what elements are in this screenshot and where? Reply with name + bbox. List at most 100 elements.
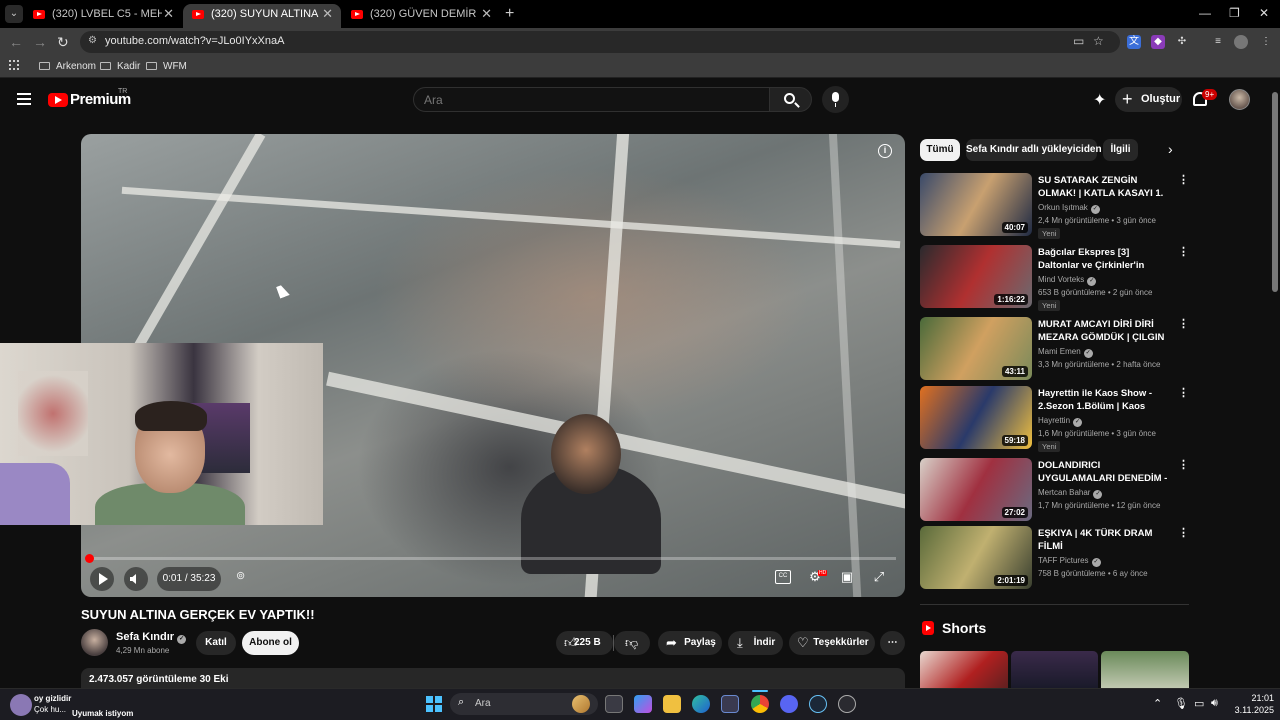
more-vertical-icon[interactable]: ⋮ (1178, 460, 1189, 471)
task-view-icon[interactable] (605, 695, 623, 713)
progress-bar[interactable] (88, 557, 896, 560)
scrubber-handle[interactable] (85, 554, 94, 563)
voice-search-button[interactable] (822, 86, 849, 113)
network-tray-icon[interactable]: ▭ (1194, 697, 1204, 710)
more-vertical-icon[interactable]: ⋮ (1178, 247, 1189, 258)
translate-extension-icon[interactable]: 文 (1127, 35, 1141, 49)
browser-tab-1[interactable]: (320) LVBEL C5 - MEHTERAN R ✕ (24, 4, 182, 28)
recommendation-item[interactable]: 27:02 DOLANDIRICI UYGULAMALARI DENEDİM - … (920, 458, 1190, 522)
recommendation-thumbnail[interactable]: 40:07 (920, 173, 1032, 236)
chrome-browser-icon[interactable] (751, 695, 769, 713)
premium-sparkle-icon[interactable]: ✦ (1093, 90, 1106, 110)
recommendation-title[interactable]: DOLANDIRICI UYGULAMALARI DENEDİM - Ocağı… (1038, 459, 1173, 485)
extensions-puzzle-icon[interactable]: ✣ (1175, 35, 1189, 49)
thanks-button[interactable]: ♡ Teşekkürler (789, 631, 875, 655)
steam-icon[interactable] (809, 695, 827, 713)
share-button[interactable]: ➦ Paylaş (658, 631, 722, 655)
chip-all[interactable]: Tümü (920, 139, 960, 161)
recommendation-thumbnail[interactable]: 59:18 (920, 386, 1032, 449)
recommendation-item[interactable]: 2:01:19 EŞKIYA | 4K TÜRK DRAM FİLMİ TAFF P… (920, 526, 1190, 590)
channel-name[interactable]: Sefa Kındır ✓ (116, 631, 187, 644)
tray-overflow-chevron-icon[interactable]: ⌃ (1153, 697, 1162, 710)
more-vertical-icon[interactable]: ⋮ (1178, 528, 1189, 539)
description-box[interactable]: 2.473.057 görüntüleme 30 Eki (81, 668, 905, 690)
tab-search-button[interactable]: ⌄ (5, 5, 23, 23)
tab-close-icon[interactable]: ✕ (322, 4, 333, 24)
chip-from-uploader[interactable]: Sefa Kındır adlı yükleyiciden (966, 139, 1102, 161)
copilot-icon[interactable] (634, 695, 652, 713)
apps-grid-icon[interactable] (9, 60, 19, 70)
recommendation-channel[interactable]: Hayrettin ✓ (1038, 416, 1083, 427)
guide-menu-icon[interactable] (17, 93, 31, 105)
search-input[interactable] (424, 93, 754, 107)
bookmark-wfm[interactable]: WFM (146, 60, 187, 74)
minimize-button[interactable]: — (1199, 4, 1211, 22)
extension-icon[interactable]: ◆ (1151, 35, 1165, 49)
subscribe-button[interactable]: Abone ol (242, 631, 299, 655)
media-queue-icon[interactable]: ≡ (1211, 35, 1225, 49)
recommendation-title[interactable]: SU SATARAK ZENGİN OLMAK! | KATLA KASAYI … (1038, 174, 1173, 200)
recommendation-thumbnail[interactable]: 27:02 (920, 458, 1032, 521)
account-avatar[interactable] (1229, 89, 1250, 110)
download-button[interactable]: ⤓ İndir (728, 631, 783, 655)
weather-widget-icon[interactable] (572, 695, 590, 713)
volume-tray-icon[interactable]: 🔊︎ (1211, 697, 1218, 710)
chat-notification[interactable]: oy gizlidir Çok hu... Uyumak istiyom (0, 690, 140, 720)
bookmark-kadir[interactable]: Kadir (100, 60, 140, 74)
maximize-button[interactable]: ❐ (1229, 4, 1240, 22)
short-thumbnail[interactable] (920, 651, 1008, 688)
autoplay-toggle-icon[interactable]: ⊚ (236, 569, 245, 582)
microphone-tray-icon[interactable]: 🎙︎ (1174, 697, 1188, 710)
more-vertical-icon[interactable]: ⋮ (1178, 175, 1189, 186)
more-vertical-icon[interactable]: ⋮ (1178, 388, 1189, 399)
bookmark-star-icon[interactable]: ☆ (1093, 34, 1104, 48)
reload-icon[interactable]: ↻ (57, 33, 69, 51)
recommendation-item[interactable]: 43:11 MURAT AMCAYI DİRİ DİRİ MEZARA GÖMDÜ… (920, 317, 1190, 381)
channel-avatar[interactable] (81, 629, 108, 656)
miniplayer-icon[interactable]: ▣ (839, 570, 855, 584)
recommendation-item[interactable]: 40:07 SU SATARAK ZENGİN OLMAK! | KATLA KA… (920, 173, 1190, 239)
mute-button[interactable] (124, 567, 148, 591)
browser-tab-3[interactable]: (320) GÜVEN DEMİR EV ZİYARE ✕ (342, 4, 500, 28)
subtitles-icon[interactable]: CC (775, 570, 791, 584)
create-button[interactable]: + Oluştur (1115, 87, 1182, 112)
browser-menu-icon[interactable]: ⋮ (1259, 35, 1273, 49)
recommendation-title[interactable]: MURAT AMCAYI DİRİ DİRİ MEZARA GÖMDÜK | Ç… (1038, 318, 1173, 344)
info-icon[interactable]: i (878, 144, 892, 158)
join-button[interactable]: Katıl (196, 631, 236, 655)
tab-close-icon[interactable]: ✕ (163, 4, 174, 24)
scrollbar-thumb[interactable] (1272, 92, 1278, 292)
recommendation-title[interactable]: Bağcılar Ekspres [3] Daltonlar ve Çirkin… (1038, 246, 1173, 272)
like-button[interactable]: 👍︎ 225 B (556, 631, 613, 655)
site-info-icon[interactable]: ⚙ (88, 35, 100, 47)
recommendation-channel[interactable]: Mertcan Bahar ✓ (1038, 488, 1103, 499)
more-vertical-icon[interactable]: ⋮ (1178, 319, 1189, 330)
back-arrow-icon[interactable]: ← (9, 33, 23, 51)
edge-browser-icon[interactable] (692, 695, 710, 713)
recommendation-channel[interactable]: Mami Emen ✓ (1038, 347, 1093, 358)
more-actions-button[interactable]: ⋯ (880, 631, 905, 655)
cast-icon[interactable]: ▭ (1073, 34, 1084, 48)
recommendation-channel[interactable]: Mind Vorteks ✓ (1038, 275, 1097, 286)
recommendation-thumbnail[interactable]: 1:16:22 (920, 245, 1032, 308)
bookmark-arkenom[interactable]: Arkenom (39, 60, 96, 74)
play-button[interactable] (90, 567, 114, 591)
short-thumbnail[interactable] (1011, 651, 1098, 688)
forward-arrow-icon[interactable]: → (33, 33, 47, 51)
recommendation-channel[interactable]: TAFF Pictures ✓ (1038, 556, 1101, 567)
short-thumbnail[interactable] (1101, 651, 1189, 688)
recommendation-thumbnail[interactable]: 43:11 (920, 317, 1032, 380)
chip-scroll-right-icon[interactable]: › (1168, 141, 1173, 157)
profile-icon[interactable] (1234, 35, 1248, 49)
recommendation-item[interactable]: 59:18 Hayrettin ile Kaos Show - 2.Sezon 1… (920, 386, 1190, 452)
windows-start-icon[interactable] (426, 696, 442, 712)
recommendation-thumbnail[interactable]: 2:01:19 (920, 526, 1032, 589)
browser-tab-2[interactable]: (320) SUYUN ALTINA GERÇEK E ✕ (183, 4, 341, 28)
file-explorer-icon[interactable] (663, 695, 681, 713)
close-window-button[interactable]: ✕ (1259, 4, 1269, 22)
recommendation-title[interactable]: Hayrettin ile Kaos Show - 2.Sezon 1.Bölü… (1038, 387, 1173, 413)
address-bar[interactable]: ⚙ youtube.com/watch?v=JLo0IYxXnaA ▭ ☆ (80, 31, 1120, 53)
fullscreen-icon[interactable]: ⤢ (871, 570, 887, 584)
recommendation-item[interactable]: 1:16:22 Bağcılar Ekspres [3] Daltonlar ve… (920, 245, 1190, 311)
search-button[interactable] (769, 87, 812, 112)
